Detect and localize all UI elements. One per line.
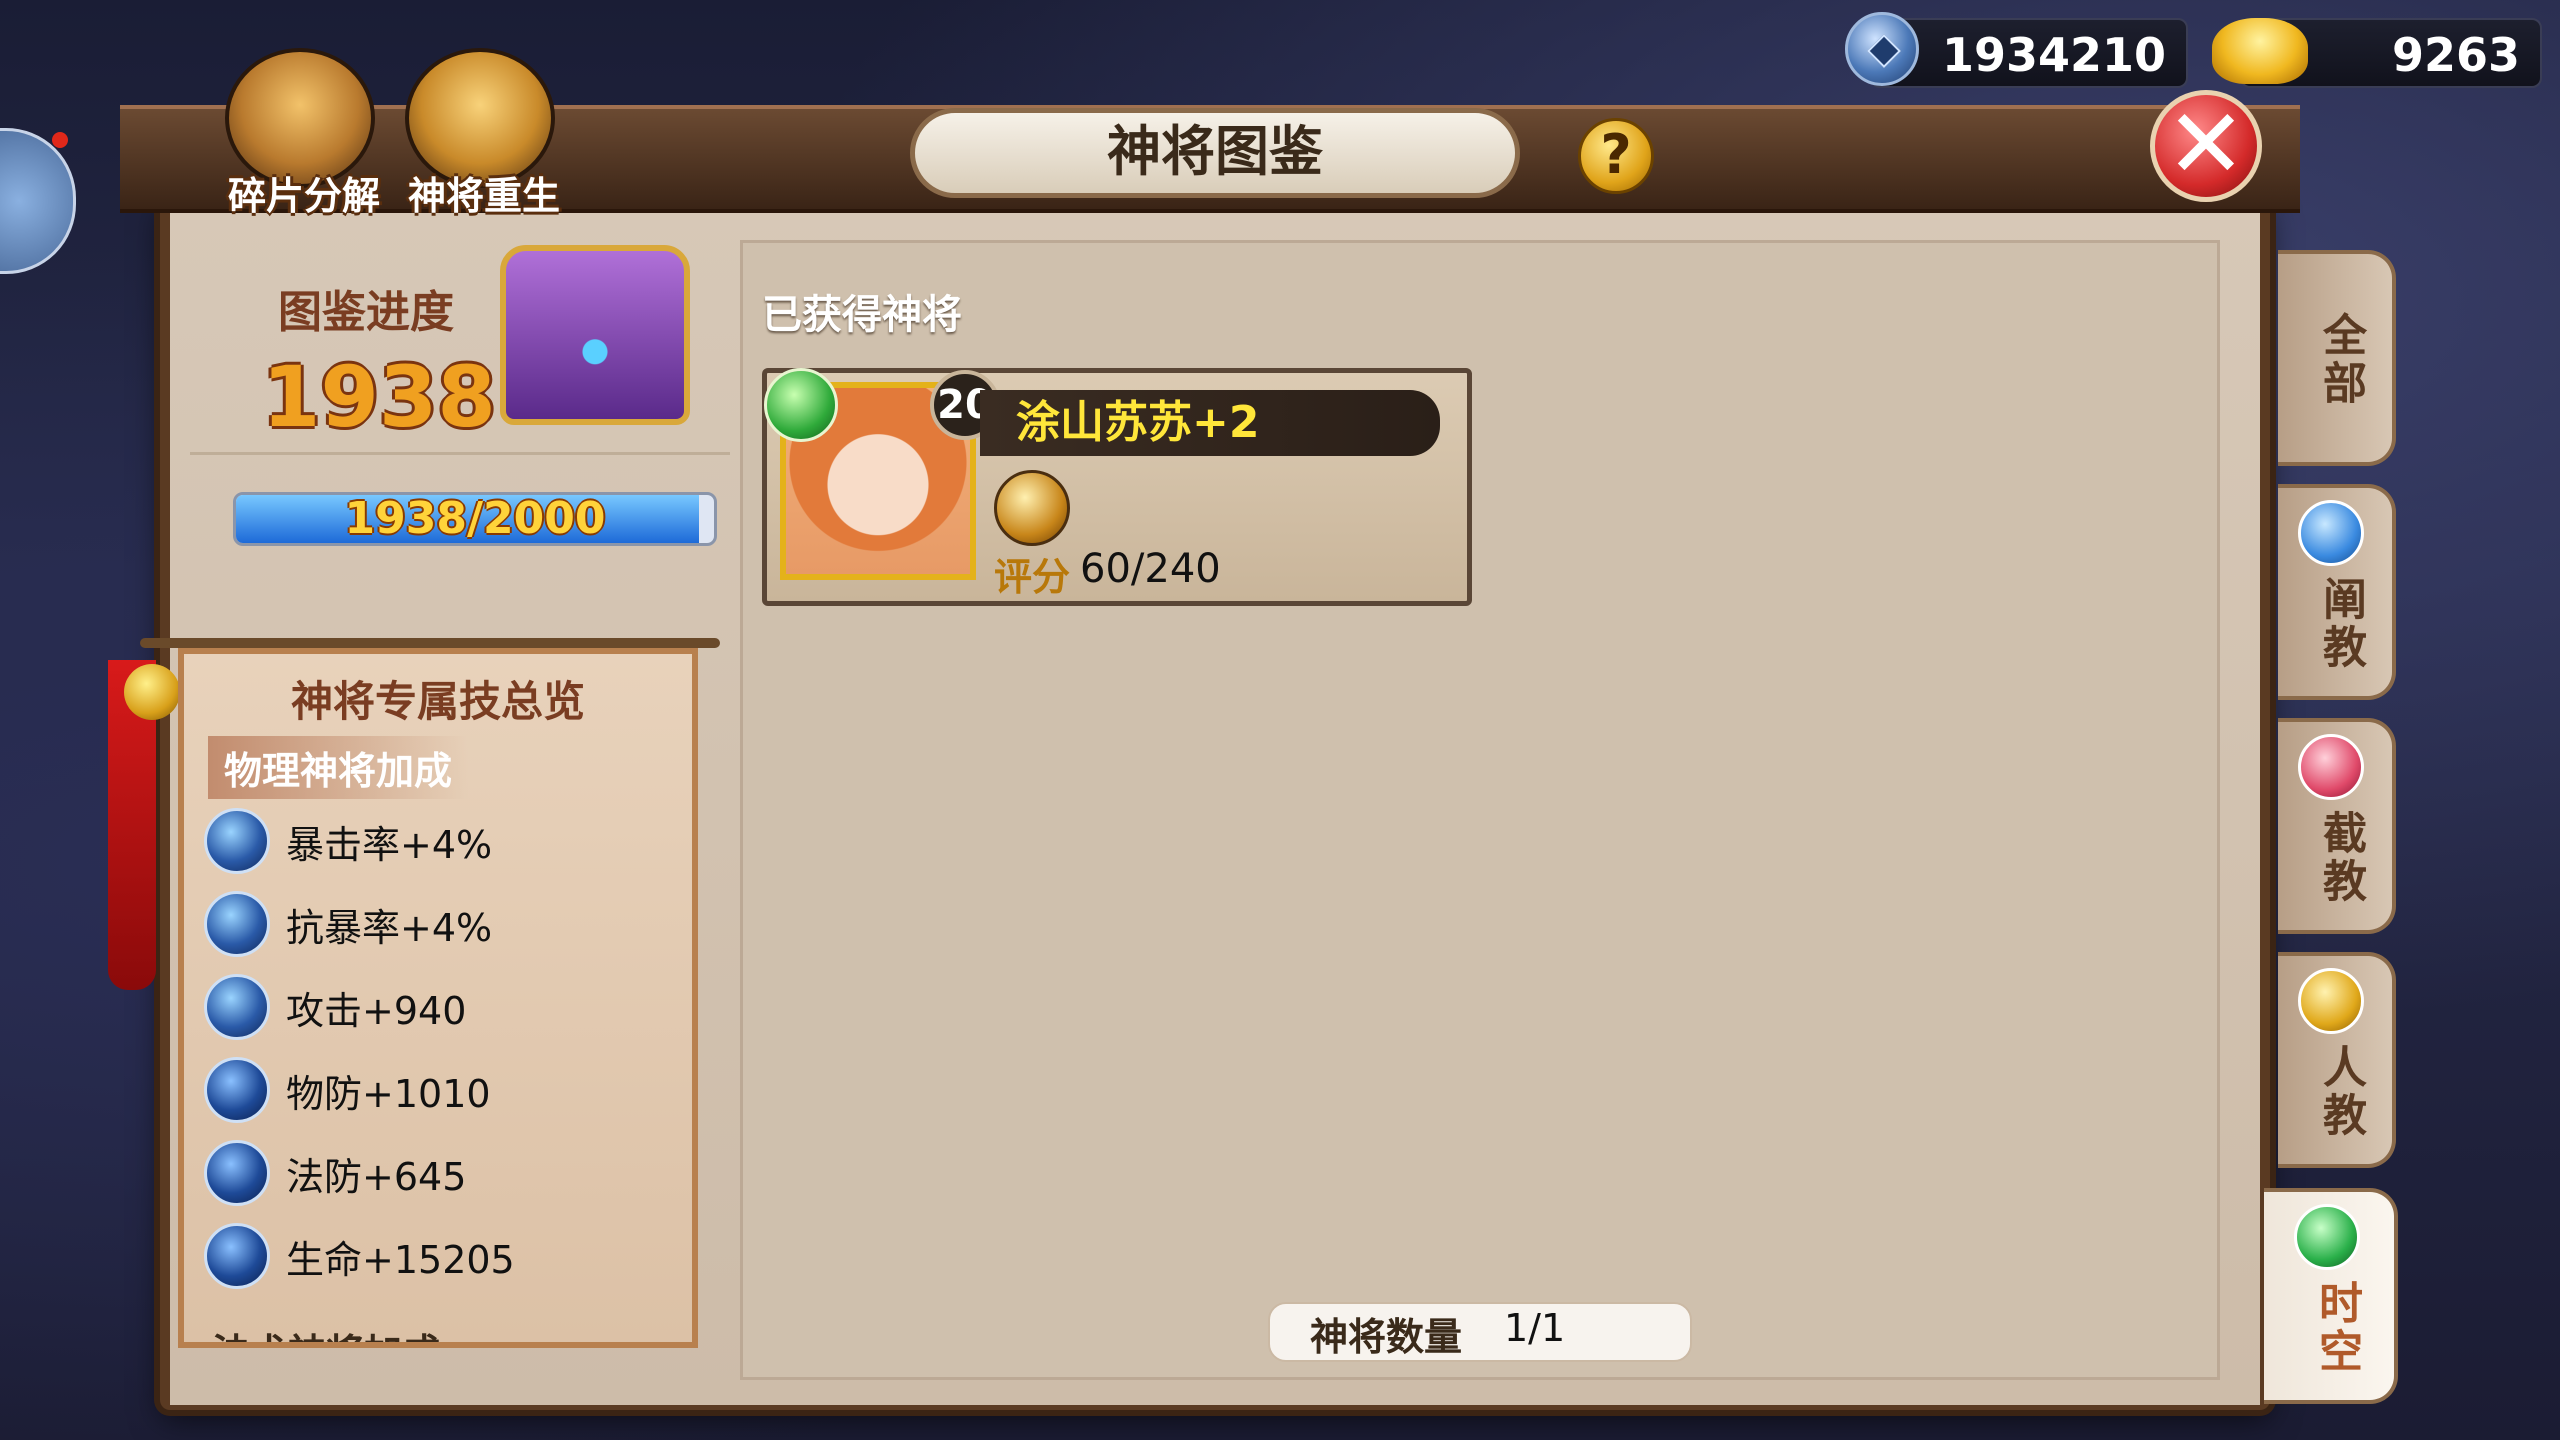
element-icon bbox=[764, 368, 838, 442]
bonus-row: 攻击+940 bbox=[204, 972, 466, 1042]
tab-label: 阐教 bbox=[2315, 576, 2366, 672]
bonus-text: 物防+1010 bbox=[286, 1071, 491, 1116]
skills-scroll[interactable]: 神将专属技总览 物理神将加成 暴击率+4% 抗暴率+4% 攻击+940 物防+1… bbox=[178, 648, 698, 1348]
tab-label: 截教 bbox=[2315, 810, 2366, 906]
tab-time-space[interactable]: 时空 bbox=[2264, 1188, 2398, 1404]
tab-jie-sect[interactable]: 截教 bbox=[2278, 718, 2396, 934]
bonus-row: 抗暴率+4% bbox=[204, 889, 492, 959]
progress-text: 1938/2000 bbox=[344, 493, 606, 544]
silver-amount: 1934210 bbox=[1941, 28, 2166, 82]
collection-progress-value: 1938 bbox=[262, 348, 496, 446]
magic-defense-skill-icon bbox=[204, 1140, 270, 1206]
physical-section-label: 物理神将加成 bbox=[208, 736, 469, 799]
bonus-text: 攻击+940 bbox=[286, 988, 467, 1033]
page-title: 神将图鉴 bbox=[910, 108, 1520, 198]
decompose-label: 碎片分解 bbox=[228, 174, 381, 218]
tab-label: 时空 bbox=[2311, 1280, 2362, 1376]
tab-label: 人教 bbox=[2315, 1044, 2366, 1140]
help-icon[interactable]: ? bbox=[1578, 118, 1654, 194]
treasure-chest-icon[interactable] bbox=[500, 245, 690, 425]
bonus-text: 暴击率+4% bbox=[286, 822, 493, 867]
bonus-row: 物防+1010 bbox=[204, 1055, 491, 1125]
bonus-row: 暴击率+4% bbox=[204, 806, 492, 876]
bonus-text: 抗暴率+4% bbox=[286, 905, 493, 950]
jie-sect-icon bbox=[2298, 734, 2364, 800]
tab-human-sect[interactable]: 人教 bbox=[2278, 952, 2396, 1168]
health-skill-icon bbox=[204, 1223, 270, 1289]
hero-name: 涂山苏苏+2 bbox=[980, 390, 1440, 456]
obtained-heroes-label: 已获得神将 bbox=[762, 292, 962, 338]
time-space-icon bbox=[2294, 1204, 2360, 1270]
scroll-rod bbox=[140, 638, 720, 648]
bonus-row: 生命+15205 bbox=[204, 1221, 515, 1291]
crit-skill-icon bbox=[204, 808, 270, 874]
weapon-icon bbox=[994, 470, 1070, 546]
physical-defense-skill-icon bbox=[204, 1057, 270, 1123]
hero-count-value: 1/1 bbox=[1504, 1306, 1566, 1350]
attack-skill-icon bbox=[204, 974, 270, 1040]
chan-sect-icon bbox=[2298, 500, 2364, 566]
tab-all[interactable]: 全部 bbox=[2278, 250, 2396, 466]
close-button[interactable]: ✕ bbox=[2150, 90, 2262, 202]
human-sect-icon bbox=[2298, 968, 2364, 1034]
magic-section-label: 法术神将加成 bbox=[212, 1322, 440, 1342]
coin-icon bbox=[1845, 12, 1919, 86]
bonus-text: 生命+15205 bbox=[286, 1237, 515, 1282]
bonus-row: 法防+645 bbox=[204, 1138, 466, 1208]
skills-overview-title: 神将专属技总览 bbox=[290, 677, 585, 726]
score-value: 60/240 bbox=[1080, 546, 1221, 592]
bell-decoration bbox=[124, 664, 180, 720]
bonus-text: 法防+645 bbox=[286, 1154, 467, 1199]
divider bbox=[190, 452, 730, 455]
gold-amount: 9263 bbox=[2391, 28, 2520, 82]
tab-chan-sect[interactable]: 阐教 bbox=[2278, 484, 2396, 700]
anti-crit-skill-icon bbox=[204, 891, 270, 957]
gold-ingot-icon bbox=[2212, 18, 2308, 84]
player-avatar[interactable] bbox=[0, 128, 76, 274]
collection-progress-label: 图鉴进度 bbox=[278, 287, 454, 338]
notification-dot bbox=[52, 132, 68, 148]
score-label: 评分 bbox=[994, 555, 1071, 599]
hero-count-label: 神将数量 bbox=[1310, 1315, 1463, 1359]
tab-label: 全部 bbox=[2315, 312, 2366, 408]
rebirth-label: 神将重生 bbox=[408, 174, 561, 218]
